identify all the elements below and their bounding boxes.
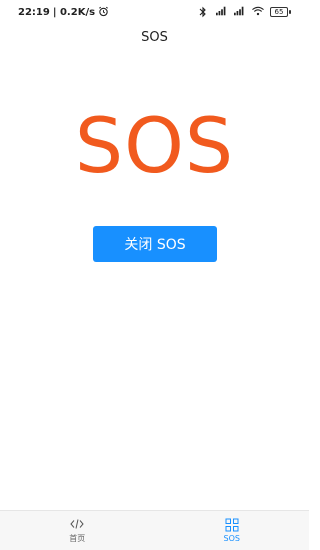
alarm-icon (98, 6, 110, 18)
status-network-speed: | 0.2K/s (52, 6, 96, 18)
status-left: 22:19 | 0.2K/s (18, 6, 110, 18)
battery-icon: 65 (270, 7, 291, 17)
battery-level: 65 (270, 7, 288, 17)
sos-heading: SOS (74, 101, 235, 190)
tab-sos-label: SOS (223, 534, 240, 543)
page-title: SOS (141, 30, 168, 45)
grid-icon (225, 518, 239, 532)
close-sos-button[interactable]: 关闭 SOS (93, 226, 217, 262)
wifi-icon (252, 6, 264, 18)
status-time: 22:19 (18, 6, 50, 18)
tab-home[interactable]: 首页 (0, 511, 155, 550)
status-bar: 22:19 | 0.2K/s 65 (0, 0, 309, 24)
bluetooth-icon (198, 6, 210, 18)
status-right: 65 (198, 6, 291, 18)
signal-hd-icon (234, 6, 246, 18)
code-icon (70, 517, 84, 531)
bottom-tab-bar: 首页 SOS (0, 510, 309, 550)
tab-sos[interactable]: SOS (155, 511, 310, 550)
tab-home-label: 首页 (69, 534, 86, 543)
signal-icon (216, 6, 228, 18)
